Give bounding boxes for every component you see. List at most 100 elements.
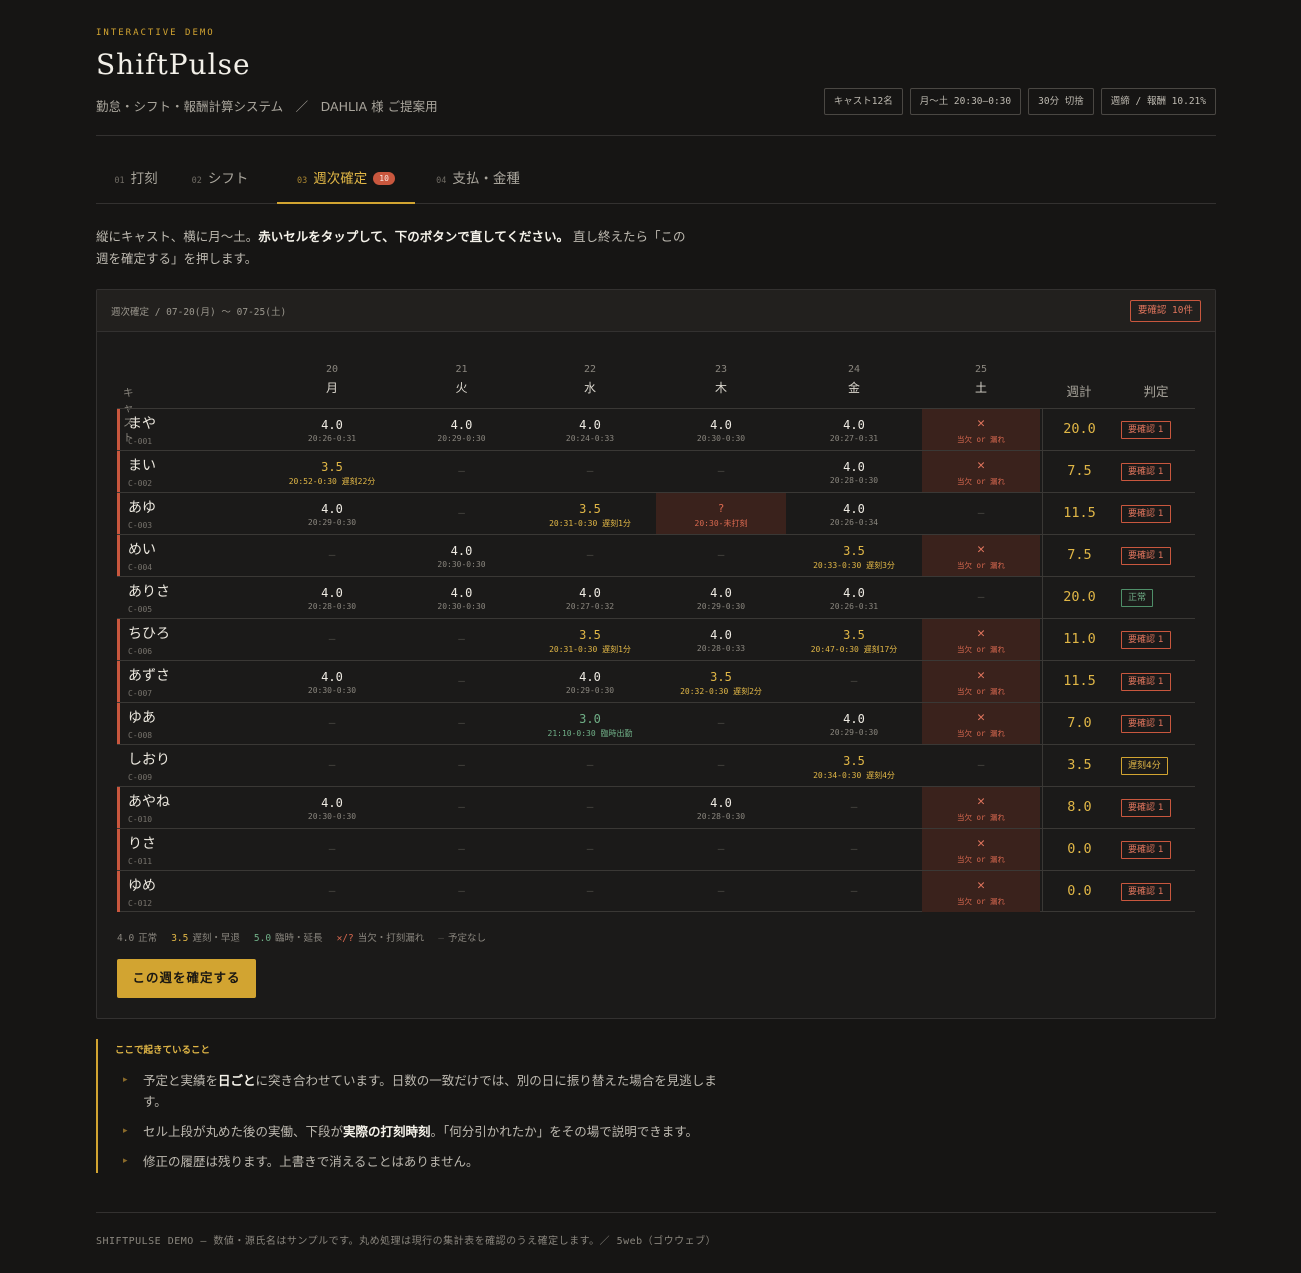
cast-name: めい xyxy=(128,542,156,558)
worked-hours: — xyxy=(977,506,985,519)
punch-times: 20:30-0:30 xyxy=(437,602,486,611)
worked-hours: 4.0 xyxy=(321,502,343,516)
day-cell[interactable]: ✕ 当欠 or 漏れ xyxy=(922,619,1040,660)
day-cell: — xyxy=(267,703,397,744)
worked-hours: 4.0 xyxy=(321,418,343,432)
judge-cell: 要確認 1 xyxy=(1121,409,1191,450)
chip-rounding: 30分 切捨 xyxy=(1028,88,1094,115)
day-cell[interactable]: ✕ 当欠 or 漏れ xyxy=(922,703,1040,744)
day-cell[interactable]: ✕ 当欠 or 漏れ xyxy=(922,661,1040,702)
needs-review-count[interactable]: 要確認 10件 xyxy=(1129,300,1201,322)
status-badge[interactable]: 遅刻4分 xyxy=(1121,757,1168,775)
day-cell: 3.5 20:47-0:30 遅刻17分 xyxy=(786,619,922,660)
day-cell[interactable]: ✕ 当欠 or 漏れ xyxy=(922,535,1040,576)
legend-item: 5.0 臨時・延長 xyxy=(254,933,323,944)
legend-key: — xyxy=(438,933,444,944)
punch-times: 20:28-0:30 xyxy=(307,602,357,611)
absence-icon: ✕ xyxy=(977,878,985,893)
day-cell: — xyxy=(786,829,922,870)
judge-cell: 要確認 1 xyxy=(1121,787,1191,828)
day-cell: — xyxy=(656,535,786,576)
day-cell: 4.0 20:30-0:30 xyxy=(656,409,786,450)
column-header-day: 23 木 xyxy=(656,364,786,396)
panel-title: 週次確定 / 07-20(月) 〜 07-25(土) xyxy=(111,307,287,318)
status-badge[interactable]: 要確認 1 xyxy=(1121,631,1171,649)
worked-hours: — xyxy=(328,548,336,561)
chip-cast-count: キャスト12名 xyxy=(823,88,903,115)
cast-name: あやね xyxy=(128,794,170,810)
legend-label: 当欠・打刻漏れ xyxy=(357,933,425,944)
day-cell: 4.0 20:28-0:30 xyxy=(656,787,786,828)
day-cell: 4.0 20:26-0:34 xyxy=(786,493,922,534)
punch-times: 当欠 or 漏れ xyxy=(956,435,1006,444)
day-cell: — xyxy=(267,871,397,912)
day-cell[interactable]: ✕ 当欠 or 漏れ xyxy=(922,409,1040,450)
legend-key: 4.0 xyxy=(117,933,135,944)
chip-payroll-rate: 週締 / 報酬 10.21% xyxy=(1100,88,1216,115)
weekly-confirm-panel: 週次確定 / 07-20(月) 〜 07-25(土) 要確認 10件 キャスト … xyxy=(96,289,1216,1019)
status-badge[interactable]: 要確認 1 xyxy=(1121,841,1171,859)
day-cell: — xyxy=(267,829,397,870)
day-cell: 3.0 21:10-0:30 臨時出勤 xyxy=(524,703,656,744)
legend-item: 4.0 正常 xyxy=(117,933,157,944)
tab-shift[interactable]: 02 シフト xyxy=(179,156,261,204)
day-cell[interactable]: ✕ 当欠 or 漏れ xyxy=(922,829,1040,870)
worked-hours: 4.0 xyxy=(843,418,865,432)
cast-id: C-003 xyxy=(128,521,153,530)
day-cell: 4.0 20:29-0:30 xyxy=(786,703,922,744)
day-cell[interactable]: ✕ 当欠 or 漏れ xyxy=(922,871,1040,912)
cast-name: あゆ xyxy=(128,500,156,516)
day-cell: — xyxy=(922,745,1040,786)
confirm-week-button[interactable]: この週を確定する xyxy=(117,959,256,998)
status-badge[interactable]: 正常 xyxy=(1121,589,1154,607)
status-badge[interactable]: 要確認 1 xyxy=(1121,673,1171,691)
day-cell[interactable]: ? 20:30-未打刻 xyxy=(656,493,786,534)
absence-icon: ✕ xyxy=(977,458,985,473)
needs-review-flag xyxy=(117,535,120,576)
cast-name: しおり xyxy=(128,752,170,768)
day-cell[interactable]: ✕ 当欠 or 漏れ xyxy=(922,787,1040,828)
punch-times: 当欠 or 漏れ xyxy=(956,729,1006,738)
column-header-day: 25 土 xyxy=(922,364,1040,396)
status-badge[interactable]: 要確認 1 xyxy=(1121,715,1171,733)
status-badge[interactable]: 要確認 1 xyxy=(1121,505,1171,523)
legend-label: 臨時・延長 xyxy=(275,933,323,944)
absence-icon: ✕ xyxy=(977,836,985,851)
judge-cell: 要確認 1 xyxy=(1121,451,1191,492)
worked-hours: — xyxy=(850,842,858,855)
status-badge[interactable]: 要確認 1 xyxy=(1121,799,1171,817)
tab-weekly-confirm[interactable]: 03 週次確定 10 xyxy=(277,156,415,204)
day-cell: 4.0 20:30-0:30 xyxy=(399,577,524,618)
cast-row: まい C-002 3.5 20:52-0:30 遅刻22分 — — — 4.0 20:28-0:… xyxy=(117,450,1195,492)
tab-punch[interactable]: 01 打刻 xyxy=(96,156,176,204)
cast-row: りさ C-011 — — — — — ✕ 当欠 or 漏れ 0.0 要確認 1 xyxy=(117,828,1195,870)
cast-id: C-010 xyxy=(128,815,153,824)
weekly-total: 11.5 xyxy=(1042,661,1116,702)
worked-hours: 4.0 xyxy=(321,586,343,600)
worked-hours: 4.0 xyxy=(450,418,473,432)
day-date: 25 xyxy=(974,364,988,375)
status-badge[interactable]: 要確認 1 xyxy=(1121,547,1171,565)
status-badge[interactable]: 要確認 1 xyxy=(1121,883,1171,901)
weekly-total: 0.0 xyxy=(1042,871,1116,912)
tab-number: 02 xyxy=(191,176,202,186)
day-cell: 3.5 20:33-0:30 遅刻3分 xyxy=(786,535,922,576)
day-cell: — xyxy=(399,703,524,744)
day-cell: — xyxy=(786,787,922,828)
day-weekday: 火 xyxy=(455,381,468,395)
tab-payment[interactable]: 04 支払・金種 xyxy=(418,156,538,204)
judge-cell: 要確認 1 xyxy=(1121,493,1191,534)
column-header-judge: 判定 xyxy=(1143,384,1169,399)
day-cell: — xyxy=(267,535,397,576)
status-badge[interactable]: 要確認 1 xyxy=(1121,463,1171,481)
punch-times: 20:28-0:30 xyxy=(696,812,746,821)
day-cell: 4.0 20:29-0:30 xyxy=(399,409,524,450)
day-date: 20 xyxy=(325,364,339,375)
day-cell[interactable]: ✕ 当欠 or 漏れ xyxy=(922,451,1040,492)
cast-id: C-002 xyxy=(128,479,153,488)
punch-times: 20:31-0:30 遅刻1分 xyxy=(549,645,631,654)
worked-hours: 4.0 xyxy=(450,586,473,600)
weekly-total: 7.0 xyxy=(1042,703,1116,744)
status-badge[interactable]: 要確認 1 xyxy=(1121,421,1171,439)
punch-times: 20:30-0:30 xyxy=(437,560,486,569)
